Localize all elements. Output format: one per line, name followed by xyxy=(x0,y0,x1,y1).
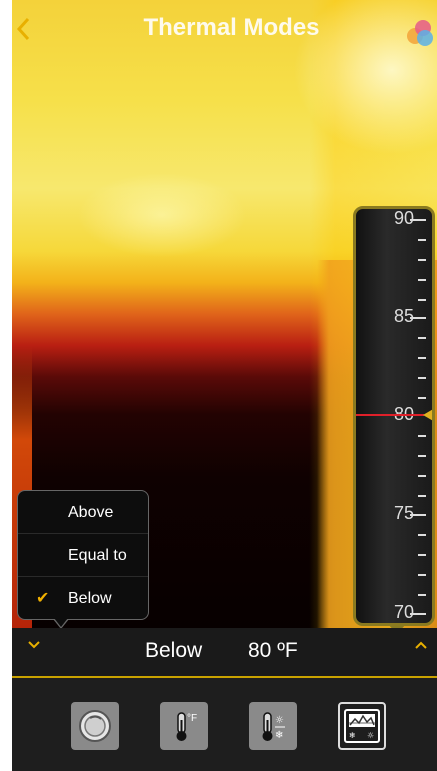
scale-tick xyxy=(418,534,426,536)
threshold-bar: Below 80 ºF xyxy=(12,628,437,676)
temperature-unit-button[interactable]: °F xyxy=(160,702,208,750)
scale-tick xyxy=(418,337,426,339)
threshold-pointer-icon[interactable] xyxy=(423,408,432,422)
expand-menu-button[interactable] xyxy=(26,636,42,659)
scale-tick xyxy=(418,475,426,477)
scale-tick xyxy=(418,495,426,497)
temperature-scale[interactable]: 90 85 80 75 70 xyxy=(353,206,435,626)
mode-menu: Above Equal to ✔ Below xyxy=(17,490,149,620)
chevron-up-icon xyxy=(415,641,427,649)
scale-tick xyxy=(418,455,426,457)
spot-meter-icon xyxy=(79,710,111,742)
scale-tick xyxy=(418,239,426,241)
screen-edge xyxy=(0,0,12,771)
thermometer-fahrenheit-icon: °F xyxy=(176,712,197,741)
scale-tick xyxy=(418,299,426,301)
menu-pointer-fill xyxy=(54,618,68,627)
scale-tick xyxy=(418,574,426,576)
svg-text:°F: °F xyxy=(187,713,197,724)
thermal-screen: Thermal Modes 90 85 80 75 70 Above Equal… xyxy=(0,0,437,771)
threshold-line xyxy=(356,414,424,416)
svg-text:❄: ❄ xyxy=(349,731,356,740)
svg-text:☼: ☼ xyxy=(275,715,284,726)
collapse-scale-button[interactable] xyxy=(413,636,429,659)
menu-item-label: Equal to xyxy=(68,547,127,564)
scale-tick xyxy=(418,259,426,261)
color-palette-icon[interactable] xyxy=(405,18,435,48)
scale-label: 75 xyxy=(393,503,414,523)
scale-tick xyxy=(418,435,426,437)
checkmark-icon: ✔ xyxy=(36,590,50,607)
hot-cold-button[interactable]: ☼ ❄ xyxy=(249,702,297,750)
mode-toolbar: °F ☼ ❄ ❄ ☼ xyxy=(12,678,437,771)
svg-text:❄: ❄ xyxy=(275,730,283,741)
scale-label: 90 xyxy=(393,208,414,228)
mode-value[interactable]: Below xyxy=(145,639,202,663)
thermal-alarm-button[interactable]: ❄ ☼ xyxy=(338,702,386,750)
menu-item-below[interactable]: ✔ Below xyxy=(18,577,148,620)
menu-item-label: Above xyxy=(68,504,114,521)
menu-item-label: Below xyxy=(68,590,112,607)
spot-meter-button[interactable] xyxy=(71,702,119,750)
scale-tick xyxy=(418,279,426,281)
scale-label: 85 xyxy=(393,306,414,326)
thermal-alarm-icon: ❄ ☼ xyxy=(344,709,380,743)
menu-item-above[interactable]: Above xyxy=(18,491,148,534)
scale-tick xyxy=(418,377,426,379)
scale-tick xyxy=(418,554,426,556)
svg-text:☼: ☼ xyxy=(367,731,374,740)
scale-tick xyxy=(418,357,426,359)
scale-tick xyxy=(418,594,426,596)
chevron-down-icon xyxy=(28,641,40,649)
thermometer-hot-cold-icon: ☼ ❄ xyxy=(262,712,285,741)
scale-label: 70 xyxy=(393,602,414,622)
threshold-value[interactable]: 80 ºF xyxy=(248,639,298,663)
menu-item-equal-to[interactable]: Equal to xyxy=(18,534,148,577)
page-title: Thermal Modes xyxy=(143,14,320,41)
scale-tick xyxy=(418,397,426,399)
